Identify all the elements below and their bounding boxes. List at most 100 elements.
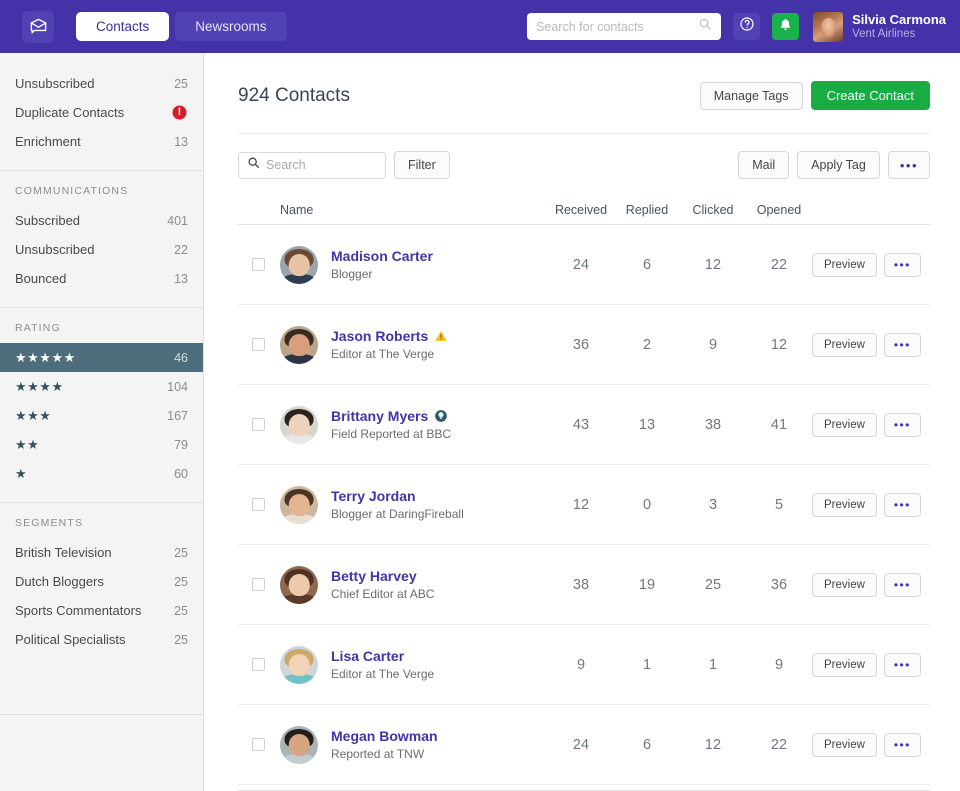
table-row[interactable]: Lisa Carter Editor at The Verge 9 1 1 9 … — [238, 625, 930, 705]
help-button[interactable] — [733, 13, 761, 40]
sidebar-item-bounced[interactable]: Bounced 13 — [0, 264, 203, 293]
global-search-input[interactable] — [536, 19, 699, 34]
main-inner: 924 Contacts Manage Tags Create Contact — [204, 53, 960, 790]
row-checkbox[interactable] — [252, 418, 265, 431]
table-row[interactable]: Brittany Myers Field Reported at BBC 43 … — [238, 385, 930, 465]
contact-name-link[interactable]: Terry Jordan — [331, 487, 416, 505]
contact-name-link[interactable]: Jason Roberts — [331, 327, 428, 345]
sidebar-item-dutch-bloggers[interactable]: Dutch Bloggers 25 — [0, 567, 203, 596]
contact-subtitle: Field Reported at BBC — [331, 426, 452, 441]
sidebar-section-title-communications: Communications — [15, 185, 129, 197]
row-more-button[interactable]: ••• — [883, 732, 921, 757]
row-more-button[interactable]: ••• — [883, 412, 921, 437]
sidebar-group-communications: Communications Subscribed 401 Unsubscrib… — [0, 171, 203, 308]
rating-stars: ★★★ — [15, 408, 52, 423]
create-contact-button[interactable]: Create Contact — [810, 81, 930, 110]
table-row[interactable]: Jason Roberts Editor at The Verge 36 2 9… — [238, 305, 930, 385]
sidebar-item-enrichment[interactable]: Enrichment 13 — [0, 127, 203, 156]
preview-button[interactable]: Preview — [812, 652, 877, 677]
row-checkbox-cell — [238, 738, 278, 751]
sidebar-item-political-specialists[interactable]: Political Specialists 25 — [0, 625, 203, 654]
sidebar-item-unsubscribed-top[interactable]: Unsubscribed 25 — [0, 69, 203, 98]
avatar — [280, 245, 318, 284]
row-checkbox[interactable] — [252, 498, 265, 511]
table-row[interactable]: Terry Jordan Blogger at DaringFireball 1… — [238, 465, 930, 545]
preview-button[interactable]: Preview — [812, 252, 877, 277]
table-row[interactable]: Betty Harvey Chief Editor at ABC 38 19 2… — [238, 545, 930, 625]
row-checkbox[interactable] — [252, 738, 265, 751]
row-checkbox-cell — [238, 258, 278, 271]
contact-name-block: Terry Jordan Blogger at DaringFireball — [331, 487, 464, 523]
preview-button[interactable]: Preview — [812, 732, 877, 757]
row-more-button[interactable]: ••• — [883, 492, 921, 517]
sidebar-group-segments: Segments British Television 25 Dutch Blo… — [0, 503, 203, 668]
cell-opened: 22 — [770, 256, 788, 273]
info-circle-icon — [434, 409, 448, 423]
more-actions-button[interactable]: ••• — [887, 151, 930, 179]
sidebar-item-british-television[interactable]: British Television 25 — [0, 538, 203, 567]
app-logo-button[interactable] — [22, 10, 54, 43]
contacts-search-input[interactable] — [266, 158, 377, 172]
manage-tags-button[interactable]: Manage Tags — [699, 81, 803, 110]
row-checkbox-cell — [238, 338, 278, 351]
contact-name-link[interactable]: Madison Carter — [331, 247, 433, 265]
preview-button[interactable]: Preview — [812, 332, 877, 357]
row-more-button[interactable]: ••• — [883, 252, 921, 277]
filter-button[interactable]: Filter — [394, 151, 450, 179]
sidebar-item-rating-1[interactable]: ★ 60 — [0, 459, 203, 488]
sidebar-item-rating-4[interactable]: ★★★★ 104 — [0, 372, 203, 401]
sidebar-item-count: 167 — [167, 408, 188, 423]
tab-contacts[interactable]: Contacts — [76, 12, 170, 41]
contacts-table-body: Madison Carter Blogger 24 6 12 22 Previe… — [238, 225, 930, 790]
sidebar-item-count: 25 — [174, 632, 188, 647]
row-checkbox-cell — [238, 578, 278, 591]
row-more-button[interactable]: ••• — [883, 332, 921, 357]
cell-opened: 36 — [770, 576, 788, 593]
preview-button[interactable]: Preview — [812, 412, 877, 437]
mail-button[interactable]: Mail — [738, 151, 790, 179]
sidebar-item-duplicate-contacts[interactable]: Duplicate Contacts ! — [0, 98, 203, 127]
sidebar-item-label: Bounced — [15, 271, 67, 286]
row-checkbox[interactable] — [252, 658, 265, 671]
preview-button[interactable]: Preview — [812, 492, 877, 517]
user-menu[interactable]: Silvia Carmona Vent Airlines — [813, 11, 946, 42]
cell-clicked: 3 — [708, 496, 718, 513]
table-row[interactable]: Megan Bowman Reported at TNW 24 6 12 22 … — [238, 705, 930, 785]
contact-name-cell: Betty Harvey Chief Editor at ABC — [278, 565, 548, 604]
global-search[interactable] — [527, 13, 722, 40]
sidebar-item-count: 25 — [174, 545, 188, 560]
table-row[interactable]: Madison Carter Blogger 24 6 12 22 Previe… — [238, 225, 930, 305]
preview-button[interactable]: Preview — [812, 572, 877, 597]
row-checkbox[interactable] — [252, 338, 265, 351]
contact-name-link[interactable]: Megan Bowman — [331, 727, 438, 745]
contacts-search[interactable] — [238, 151, 386, 179]
tab-newsrooms[interactable]: Newsrooms — [175, 12, 287, 41]
sidebar-item-count: 25 — [174, 574, 188, 589]
contact-name-link[interactable]: Betty Harvey — [331, 567, 417, 585]
contact-name-link[interactable]: Brittany Myers — [331, 407, 428, 425]
main-content: 924 Contacts Manage Tags Create Contact — [204, 53, 960, 791]
apply-tag-button[interactable]: Apply Tag — [797, 151, 880, 179]
contact-name-link[interactable]: Lisa Carter — [331, 647, 404, 665]
contact-name-block: Madison Carter Blogger — [331, 247, 433, 283]
sidebar-item-label: Dutch Bloggers — [15, 574, 104, 589]
row-more-button[interactable]: ••• — [883, 572, 921, 597]
sidebar-item-rating-2[interactable]: ★★ 79 — [0, 430, 203, 459]
sidebar-item-rating-5[interactable]: ★★★★★ 46 — [0, 343, 203, 372]
cell-opened: 12 — [770, 336, 788, 353]
alert-exclamation-icon: ! — [171, 104, 188, 121]
row-more-button[interactable]: ••• — [883, 652, 921, 677]
app-body: Unsubscribed 25 Duplicate Contacts ! Enr… — [0, 53, 960, 791]
sidebar-item-count: 25 — [174, 76, 188, 91]
sidebar-item-subscribed[interactable]: Subscribed 401 — [0, 206, 203, 235]
cell-clicked: 1 — [708, 656, 718, 673]
notifications-button[interactable] — [772, 13, 800, 40]
sidebar-item-rating-3[interactable]: ★★★ 167 — [0, 401, 203, 430]
sidebar-item-unsubscribed[interactable]: Unsubscribed 22 — [0, 235, 203, 264]
row-checkbox[interactable] — [252, 258, 265, 271]
sidebar-section-title-rating: Rating — [15, 322, 61, 334]
sidebar-item-sports-commentators[interactable]: Sports Commentators 25 — [0, 596, 203, 625]
row-checkbox[interactable] — [252, 578, 265, 591]
cell-replied: 6 — [642, 256, 652, 273]
